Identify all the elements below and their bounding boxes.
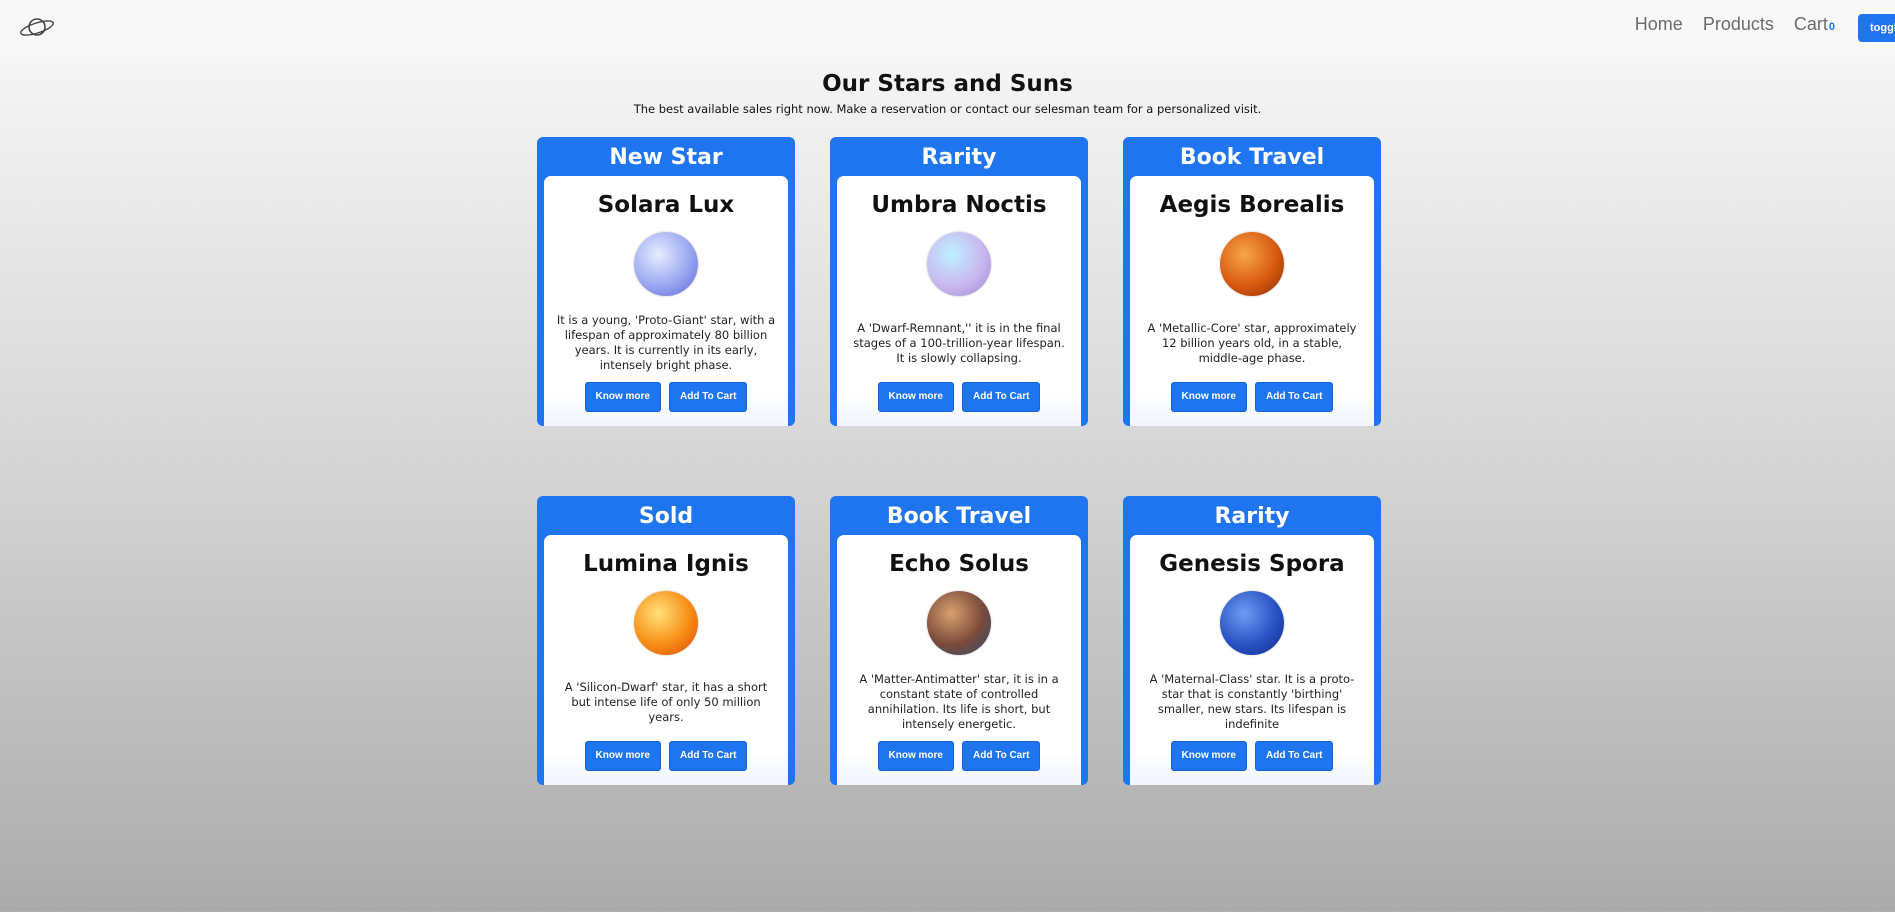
card-actions: Know more Add To Cart	[584, 382, 748, 412]
card-badge: Book Travel	[886, 504, 1032, 529]
card-body: Lumina Ignis A 'Silicon-Dwarf' star, it …	[544, 535, 788, 785]
card-body: Umbra Noctis A 'Dwarf-Remnant,'' it is i…	[837, 176, 1081, 426]
product-grid: New Star Solara Lux It is a young, 'Prot…	[537, 137, 1382, 785]
card-title: Genesis Spora	[1159, 551, 1345, 577]
card-description: A 'Matter-Antimatter' star, it is in a c…	[859, 672, 1059, 731]
card-description: A 'Dwarf-Remnant,'' it is in the final s…	[853, 320, 1065, 365]
card-description: It is a young, 'Proto-Giant' star, with …	[556, 313, 776, 372]
card-badge: Rarity	[921, 145, 997, 170]
star-image	[1220, 591, 1284, 655]
product-card: Rarity Genesis Spora A 'Maternal-Class' …	[1123, 496, 1381, 785]
add-to-cart-button[interactable]: Add To Cart	[1254, 741, 1334, 771]
toggle-button[interactable]: toggle	[1858, 14, 1895, 42]
card-badge: New Star	[609, 145, 723, 170]
card-body: Aegis Borealis A 'Metallic-Core' star, a…	[1130, 176, 1374, 426]
product-card: Book Travel Aegis Borealis A 'Metallic-C…	[1123, 137, 1381, 426]
star-image	[1220, 232, 1284, 296]
card-body: Echo Solus A 'Matter-Antimatter' star, i…	[837, 535, 1081, 785]
planet-logo-icon[interactable]	[18, 12, 56, 42]
product-card: Book Travel Echo Solus A 'Matter-Antimat…	[830, 496, 1088, 785]
add-to-cart-button[interactable]: Add To Cart	[961, 382, 1041, 412]
card-actions: Know more Add To Cart	[1170, 382, 1334, 412]
product-card: Rarity Umbra Noctis A 'Dwarf-Remnant,'' …	[830, 137, 1088, 426]
card-badge: Sold	[638, 504, 694, 529]
page-title: Our Stars and Suns	[822, 71, 1073, 97]
know-more-button[interactable]: Know more	[877, 741, 954, 771]
nav-cart-link[interactable]: Cart0	[1794, 14, 1835, 35]
star-image	[927, 232, 991, 296]
know-more-button[interactable]: Know more	[584, 741, 661, 771]
card-title: Echo Solus	[889, 551, 1029, 577]
know-more-button[interactable]: Know more	[1170, 382, 1247, 412]
card-description: A 'Silicon-Dwarf' star, it has a short b…	[564, 679, 768, 724]
card-title: Solara Lux	[597, 192, 735, 218]
card-body: Genesis Spora A 'Maternal-Class' star. I…	[1130, 535, 1374, 785]
page-subtitle: The best available sales right now. Make…	[633, 102, 1262, 116]
star-image	[634, 591, 698, 655]
know-more-button[interactable]: Know more	[877, 382, 954, 412]
card-actions: Know more Add To Cart	[1170, 741, 1334, 771]
product-card: Sold Lumina Ignis A 'Silicon-Dwarf' star…	[537, 496, 795, 785]
know-more-button[interactable]: Know more	[1170, 741, 1247, 771]
card-title: Umbra Noctis	[871, 192, 1047, 218]
add-to-cart-button[interactable]: Add To Cart	[668, 741, 748, 771]
card-badge: Rarity	[1214, 504, 1290, 529]
card-actions: Know more Add To Cart	[877, 382, 1041, 412]
nav-links: Home Products Cart0	[1635, 14, 1835, 35]
card-description: A 'Maternal-Class' star. It is a proto-s…	[1149, 672, 1355, 731]
navbar: Home Products Cart0 toggle	[0, 0, 1895, 55]
card-badge: Book Travel	[1179, 145, 1325, 170]
card-title: Aegis Borealis	[1159, 192, 1345, 218]
product-card: New Star Solara Lux It is a young, 'Prot…	[537, 137, 795, 426]
card-description: A 'Metallic-Core' star, approximately 12…	[1147, 320, 1357, 365]
card-actions: Know more Add To Cart	[584, 741, 748, 771]
know-more-button[interactable]: Know more	[584, 382, 661, 412]
nav-cart-label: Cart	[1793, 14, 1828, 34]
add-to-cart-button[interactable]: Add To Cart	[961, 741, 1041, 771]
nav-home-link[interactable]: Home	[1635, 14, 1683, 35]
nav-products-link[interactable]: Products	[1703, 14, 1774, 35]
add-to-cart-button[interactable]: Add To Cart	[1254, 382, 1334, 412]
card-title: Lumina Ignis	[583, 551, 749, 577]
star-image	[927, 591, 991, 655]
cart-count-badge: 0	[1828, 21, 1835, 33]
card-body: Solara Lux It is a young, 'Proto-Giant' …	[544, 176, 788, 426]
star-image	[634, 232, 698, 296]
add-to-cart-button[interactable]: Add To Cart	[668, 382, 748, 412]
card-actions: Know more Add To Cart	[877, 741, 1041, 771]
